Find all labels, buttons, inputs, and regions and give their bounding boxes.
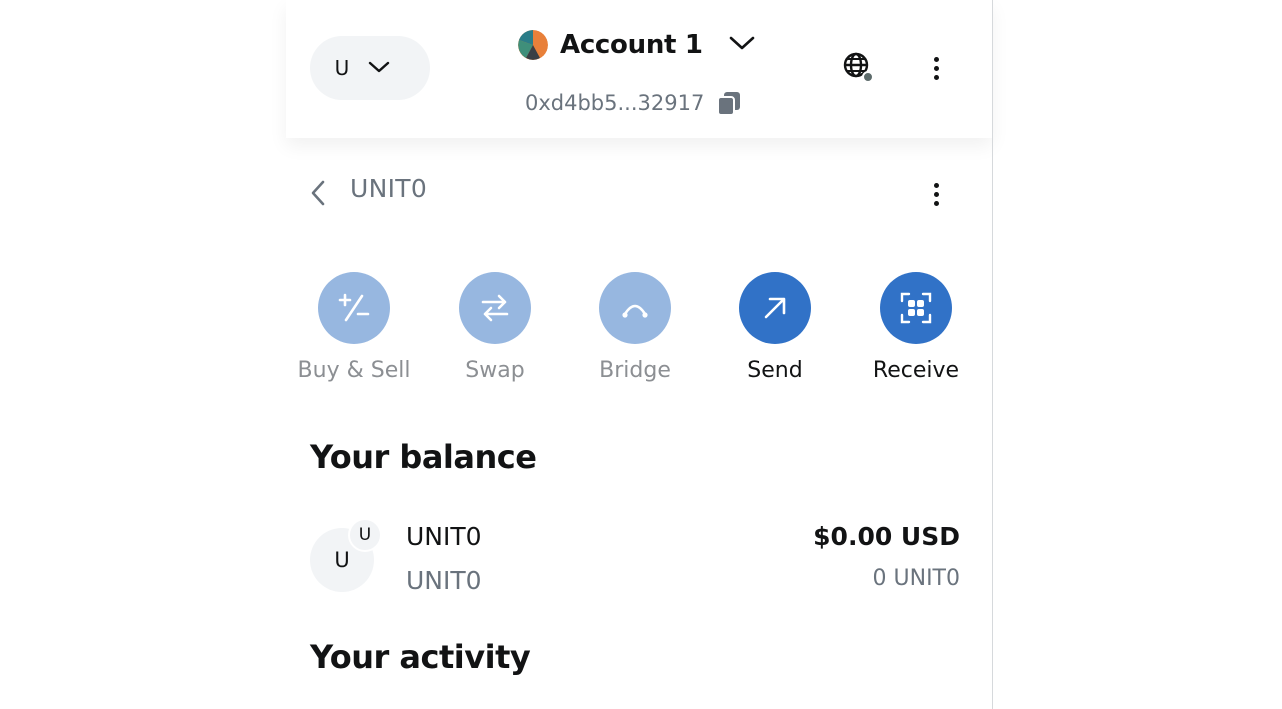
bridge-label: Bridge <box>599 358 671 383</box>
send-button[interactable]: Send <box>705 272 845 383</box>
chevron-down-icon <box>729 35 755 55</box>
bridge-button[interactable]: Bridge <box>565 272 705 383</box>
qr-code-icon <box>880 272 952 344</box>
token-symbol: UNIT0 <box>406 566 482 595</box>
account-name: Account 1 <box>560 30 703 60</box>
wallet-popup: U Account 1 0xd4bb5...32917 UNIT0 Buy & … <box>286 0 992 709</box>
account-avatar <box>518 30 548 60</box>
account-address: 0xd4bb5...32917 <box>525 91 705 115</box>
connection-status-icon[interactable] <box>840 50 876 86</box>
window-divider <box>992 0 993 709</box>
token-balance-row[interactable]: U U UNIT0 UNIT0 $0.00 USD 0 UNIT0 <box>310 518 960 598</box>
token-name: UNIT0 <box>406 522 482 551</box>
token-page-title: UNIT0 <box>350 174 428 203</box>
app-header: U Account 1 0xd4bb5...32917 <box>286 0 992 138</box>
swap-label: Swap <box>465 358 525 383</box>
network-avatar: U <box>334 56 350 80</box>
buy-sell-button[interactable]: Buy & Sell <box>284 272 424 383</box>
balance-section-title: Your balance <box>310 438 537 476</box>
swap-button[interactable]: Swap <box>425 272 565 383</box>
buy-sell-label: Buy & Sell <box>297 358 411 383</box>
bridge-icon <box>599 272 671 344</box>
send-arrow-icon <box>739 272 811 344</box>
send-label: Send <box>747 358 803 383</box>
token-fiat-balance: $0.00 USD <box>813 522 960 551</box>
back-arrow-icon[interactable] <box>306 176 330 210</box>
swap-icon <box>459 272 531 344</box>
network-picker[interactable]: U <box>310 36 430 100</box>
activity-section-title: Your activity <box>310 638 531 676</box>
token-options-menu-icon[interactable] <box>922 176 950 212</box>
address-row: 0xd4bb5...32917 <box>525 88 742 118</box>
network-badge: U <box>348 518 382 552</box>
copy-icon[interactable] <box>716 90 742 116</box>
receive-label: Receive <box>872 358 960 383</box>
receive-button[interactable]: Receive <box>846 272 986 383</box>
buy-sell-icon <box>318 272 390 344</box>
account-options-menu-icon[interactable] <box>922 50 950 86</box>
token-actions: Buy & Sell Swap Bridge Send Receive <box>286 272 992 392</box>
account-picker[interactable]: Account 1 <box>518 28 755 62</box>
token-amount: 0 UNIT0 <box>872 566 960 591</box>
chevron-down-icon <box>368 59 390 78</box>
